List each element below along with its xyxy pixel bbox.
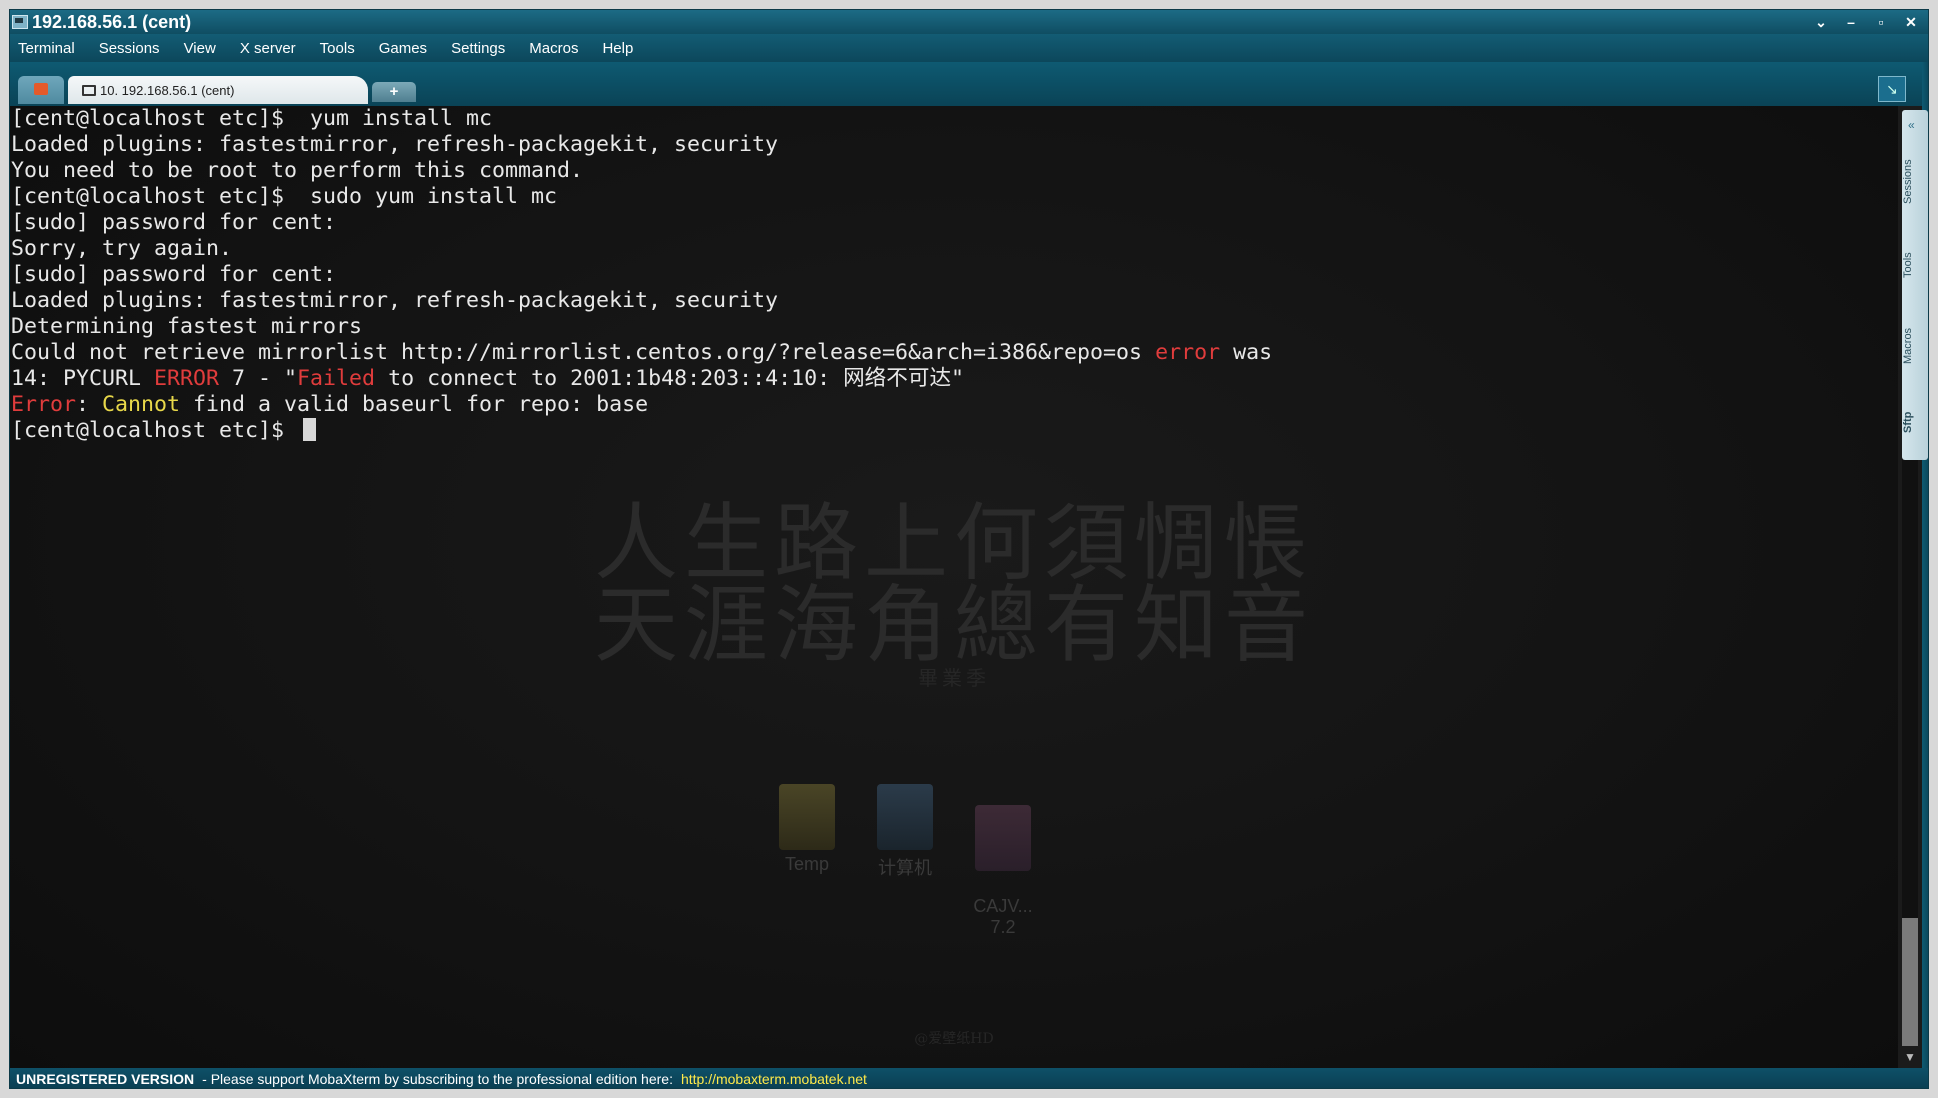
terminal-text-segment: [sudo] password for cent:	[11, 210, 337, 235]
terminal-text-segment: Loaded plugins: fastestmirror, refresh-p…	[11, 288, 779, 313]
menu-macros[interactable]: Macros	[529, 40, 578, 57]
add-tab-button[interactable]: +	[372, 82, 416, 102]
home-tab[interactable]	[18, 76, 64, 104]
wallpaper-line-3: 畢業季	[918, 666, 990, 690]
terminal-text-segment: You need to be root to perform this comm…	[11, 158, 584, 183]
menu-settings[interactable]: Settings	[451, 40, 505, 57]
terminal-text-segment: [cent@localhost etc]$	[11, 418, 298, 443]
menu-sessions[interactable]: Sessions	[99, 40, 160, 57]
home-icon	[34, 83, 48, 95]
support-link[interactable]: http://mobaxterm.mobatek.net	[681, 1071, 867, 1087]
computer-icon	[877, 784, 933, 850]
terminal-text-segment: ERROR	[154, 366, 220, 391]
terminal-line: [sudo] password for cent:	[11, 210, 1272, 236]
desktop-icon-label: Temp	[784, 854, 829, 874]
terminal-app-icon	[12, 15, 28, 29]
menu-help[interactable]: Help	[602, 40, 633, 57]
terminal-text-segment: to connect to 2001:1b48:203::4:10: 网络不可达…	[375, 366, 965, 391]
monitor-icon	[82, 84, 96, 96]
terminal-text-segment: Could not retrieve mirrorlist http://mir…	[11, 340, 1156, 365]
menu-games[interactable]: Games	[379, 40, 427, 57]
window-title: 192.168.56.1 (cent)	[32, 11, 192, 32]
terminal-text-segment: Error	[11, 392, 77, 417]
split-icon: ↘	[1886, 81, 1898, 97]
tab-session-label: 10. 192.168.56.1 (cent)	[100, 82, 235, 98]
terminal-line: Determining fastest mirrors	[11, 314, 1272, 340]
terminal-output: [cent@localhost etc]$ yum install mc Load…	[10, 106, 1272, 444]
terminal-text-segment: 14: PYCURL	[11, 366, 155, 391]
scroll-down-arrow-icon[interactable]: ▼	[1898, 1048, 1922, 1066]
terminal-text-segment: Failed	[297, 366, 376, 391]
terminal-text-segment: Cannot	[102, 392, 181, 417]
status-message: - Please support MobaXterm by subscribin…	[202, 1071, 673, 1087]
terminal-line: Could not retrieve mirrorlist http://mir…	[11, 340, 1272, 366]
terminal-line: Error: Cannot find a valid baseurl for r…	[11, 392, 1272, 418]
window-controls: ⌄ – ▫ ✕	[1812, 10, 1920, 34]
menu-view[interactable]: View	[184, 40, 216, 57]
terminal-line: [sudo] password for cent:	[11, 262, 1272, 288]
terminal-line: Sorry, try again.	[11, 236, 1272, 262]
menu-terminal[interactable]: Terminal	[18, 40, 75, 57]
terminal-text-segment: was	[1220, 340, 1273, 365]
terminal-line: Loaded plugins: fastestmirror, refresh-p…	[11, 288, 1272, 314]
terminal-line: [cent@localhost etc]$ sudo yum install m…	[11, 184, 1272, 210]
menu-tools[interactable]: Tools	[320, 40, 355, 57]
desktop-icon-cajv: CAJV... 7.2	[968, 784, 1038, 938]
desktop-icon-computer: 计算机	[870, 784, 940, 938]
terminal-line: [cent@localhost etc]$	[11, 418, 1272, 444]
terminal-line: 14: PYCURL ERROR 7 - "Failed to connect …	[11, 366, 1272, 392]
terminal-line: Loaded plugins: fastestmirror, refresh-p…	[11, 132, 1272, 158]
close-button[interactable]: ✕	[1902, 14, 1920, 31]
sidebar-tab-sftp[interactable]: Sftp	[1902, 392, 1928, 452]
wallpaper-line-2: 天涯海角總有知音	[593, 576, 1314, 674]
terminal-text-segment: [cent@localhost etc]$ yum install mc	[11, 106, 493, 131]
tab-session[interactable]: 10. 192.168.56.1 (cent)	[68, 76, 368, 104]
maximize-button[interactable]: ▫	[1872, 14, 1890, 30]
sidebar-tab-sessions[interactable]: Sessions	[1902, 142, 1928, 222]
chevron-right-icon[interactable]: «	[1908, 118, 1915, 132]
dropdown-icon[interactable]: ⌄	[1812, 14, 1830, 31]
terminal-text-segment: Loaded plugins: fastestmirror, refresh-p…	[11, 132, 779, 157]
unregistered-label: UNREGISTERED VERSION	[16, 1071, 195, 1087]
scroll-track-lower[interactable]	[1902, 918, 1918, 1046]
title-bar: 192.168.56.1 (cent) ⌄ – ▫ ✕	[10, 10, 1928, 34]
terminal-line: [cent@localhost etc]$ yum install mc	[11, 106, 1272, 132]
sidebar-tab-macros[interactable]: Macros	[1902, 308, 1928, 384]
sidebar-tab-tools[interactable]: Tools	[1902, 230, 1928, 300]
terminal-cursor	[303, 418, 317, 441]
desktop-icon-label: 计算机	[878, 858, 932, 878]
wallpaper-watermark: @爱壁纸HD	[914, 1031, 994, 1047]
side-panel: « Sessions Tools Macros Sftp	[1902, 110, 1928, 460]
terminal-text-segment: [sudo] password for cent:	[11, 262, 337, 287]
menu-bar: Terminal Sessions View X server Tools Ga…	[10, 34, 1928, 62]
app-window: 192.168.56.1 (cent) ⌄ – ▫ ✕ Terminal Ses…	[9, 9, 1929, 1089]
terminal-text-segment: find a valid baseurl for repo: base	[180, 392, 649, 417]
terminal-line: You need to be root to perform this comm…	[11, 158, 1272, 184]
desktop-icon-label: CAJV... 7.2	[973, 896, 1033, 937]
tab-bar: 10. 192.168.56.1 (cent) + ↘	[10, 62, 1928, 106]
terminal-text-segment: Determining fastest mirrors	[11, 314, 363, 339]
terminal-text-segment: Sorry, try again.	[11, 236, 233, 261]
terminal-text-segment: 7 - "	[219, 366, 298, 391]
desktop-icons: Temp 计算机 CAJV... 7.2	[772, 784, 1038, 938]
split-view-button[interactable]: ↘	[1878, 76, 1906, 102]
application-icon	[975, 805, 1031, 871]
menu-x-server[interactable]: X server	[240, 40, 296, 57]
terminal-text-segment: [cent@localhost etc]$ sudo yum install m…	[11, 184, 558, 209]
desktop-icon-temp: Temp	[772, 784, 842, 938]
folder-icon	[779, 784, 835, 850]
status-bar: UNREGISTERED VERSION - Please support Mo…	[10, 1068, 1928, 1088]
minimize-button[interactable]: –	[1842, 14, 1860, 30]
terminal-area[interactable]: 人生路上何須惆悵 天涯海角總有知音 畢業季 @爱壁纸HD Temp 计算机 CA…	[10, 106, 1898, 1068]
terminal-text-segment: error	[1155, 340, 1221, 365]
terminal-text-segment: :	[76, 392, 103, 417]
